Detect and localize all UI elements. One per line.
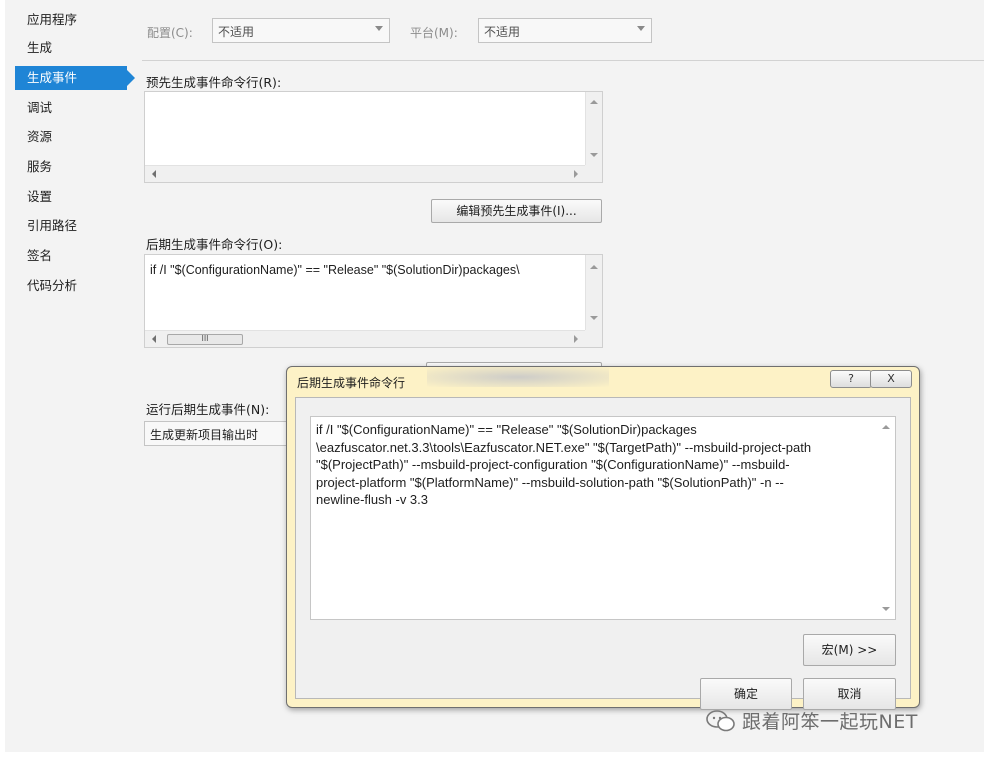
scroll-down-icon[interactable] bbox=[590, 153, 598, 157]
dialog-titlebar[interactable]: 后期生成事件命令行 ? X bbox=[287, 367, 919, 393]
blurred-region bbox=[427, 367, 609, 387]
sidebar-item-code-analysis[interactable]: 代码分析 bbox=[15, 274, 127, 298]
ok-button[interactable]: 确定 bbox=[700, 678, 792, 710]
sidebar-item-build[interactable]: 生成 bbox=[15, 36, 127, 60]
scroll-down-icon[interactable] bbox=[882, 607, 890, 611]
watermark: 跟着阿笨一起玩NET bbox=[706, 707, 918, 734]
vertical-scrollbar[interactable] bbox=[585, 92, 602, 165]
chevron-down-icon bbox=[637, 26, 645, 31]
scroll-thumb[interactable]: III bbox=[167, 334, 243, 345]
scroll-down-icon[interactable] bbox=[590, 316, 598, 320]
dialog-title: 后期生成事件命令行 bbox=[297, 376, 406, 390]
sidebar-item-debug[interactable]: 调试 bbox=[15, 96, 127, 120]
scroll-right-icon[interactable] bbox=[574, 335, 578, 343]
prebuild-label: 预先生成事件命令行(R): bbox=[146, 75, 282, 90]
sidebar-item-settings[interactable]: 设置 bbox=[15, 185, 127, 209]
prebuild-textarea[interactable] bbox=[144, 91, 603, 183]
config-select[interactable]: 不适用 bbox=[212, 18, 390, 43]
sidebar-item-signing[interactable]: 签名 bbox=[15, 244, 127, 268]
platform-label: 平台(M): bbox=[410, 26, 458, 40]
config-select-value: 不适用 bbox=[218, 25, 255, 39]
help-button[interactable]: ? bbox=[830, 370, 872, 388]
config-label: 配置(C): bbox=[147, 26, 193, 40]
divider bbox=[142, 60, 984, 61]
scroll-up-icon[interactable] bbox=[882, 425, 890, 429]
edit-prebuild-button[interactable]: 编辑预先生成事件(I)... bbox=[431, 199, 602, 223]
chevron-down-icon bbox=[375, 26, 383, 31]
sidebar-item-build-events[interactable]: 生成事件 bbox=[15, 66, 135, 90]
vertical-scrollbar[interactable] bbox=[585, 255, 602, 330]
scroll-up-icon[interactable] bbox=[590, 265, 598, 269]
run-postbuild-select-value: 生成更新项目输出时 bbox=[150, 428, 259, 442]
dialog-command-text: if /I "$(ConfigurationName)" == "Release… bbox=[316, 422, 812, 507]
cancel-button[interactable]: 取消 bbox=[803, 678, 896, 710]
postbuild-dialog: 后期生成事件命令行 ? X if /I "$(ConfigurationName… bbox=[286, 366, 920, 710]
wechat-icon bbox=[706, 710, 735, 732]
sidebar-item-services[interactable]: 服务 bbox=[15, 155, 127, 179]
dialog-command-textarea[interactable]: if /I "$(ConfigurationName)" == "Release… bbox=[310, 416, 896, 620]
platform-select-value: 不适用 bbox=[484, 25, 521, 39]
sidebar-item-reference-paths[interactable]: 引用路径 bbox=[15, 214, 127, 238]
close-button[interactable]: X bbox=[870, 370, 912, 388]
scroll-corner bbox=[585, 165, 602, 182]
horizontal-scrollbar[interactable] bbox=[145, 165, 585, 182]
scroll-left-icon[interactable] bbox=[152, 170, 156, 178]
run-postbuild-label: 运行后期生成事件(N): bbox=[146, 402, 270, 417]
sidebar-item-application[interactable]: 应用程序 bbox=[15, 8, 127, 32]
postbuild-textarea[interactable]: if /I "$(ConfigurationName)" == "Release… bbox=[144, 254, 603, 348]
scroll-up-icon[interactable] bbox=[590, 100, 598, 104]
sidebar-item-resources[interactable]: 资源 bbox=[15, 125, 127, 149]
postbuild-label: 后期生成事件命令行(O): bbox=[146, 237, 283, 252]
dialog-body: if /I "$(ConfigurationName)" == "Release… bbox=[295, 397, 911, 710]
postbuild-text: if /I "$(ConfigurationName)" == "Release… bbox=[150, 263, 520, 277]
platform-select[interactable]: 不适用 bbox=[478, 18, 652, 43]
scroll-left-icon[interactable] bbox=[152, 335, 156, 343]
vertical-scrollbar[interactable] bbox=[878, 417, 895, 619]
horizontal-scrollbar[interactable]: III bbox=[145, 330, 585, 347]
macros-button[interactable]: 宏(M) >> bbox=[803, 634, 896, 666]
scroll-right-icon[interactable] bbox=[574, 170, 578, 178]
run-postbuild-select[interactable]: 生成更新项目输出时 bbox=[144, 421, 292, 446]
watermark-text: 跟着阿笨一起玩NET bbox=[742, 711, 918, 733]
scroll-corner bbox=[585, 330, 602, 347]
